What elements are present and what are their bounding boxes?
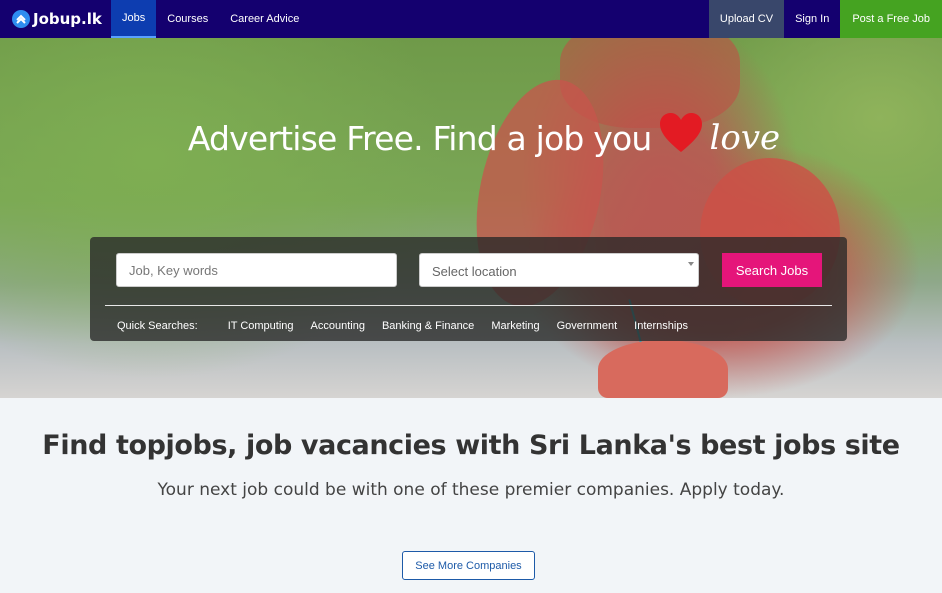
nav-item-label: Courses — [167, 13, 209, 25]
post-free-job-button[interactable]: Post a Free Job — [840, 0, 942, 38]
quick-link-it-computing[interactable]: IT Computing — [228, 320, 294, 332]
quick-link-government[interactable]: Government — [557, 320, 618, 332]
upload-cv-button[interactable]: Upload CV — [708, 0, 785, 38]
post-free-job-label: Post a Free Job — [852, 13, 930, 25]
see-more-companies-label: See More Companies — [415, 559, 522, 572]
job-search-panel: Select location Search Jobs Quick Search… — [90, 237, 847, 341]
upload-cv-label: Upload CV — [719, 13, 774, 25]
top-navbar: Jobup.lk Jobs Courses Career Advice Uplo… — [0, 0, 942, 38]
see-more-companies-button[interactable]: See More Companies — [402, 551, 535, 580]
quick-searches: Quick Searches: IT Computing Accounting … — [117, 320, 705, 332]
brand-logo-icon — [12, 10, 30, 28]
nav-item-courses[interactable]: Courses — [156, 0, 219, 38]
hero-headline-text: Advertise Free. Find a job you — [187, 118, 652, 158]
sign-in-button[interactable]: Sign In — [784, 0, 840, 38]
location-select[interactable]: Select location — [419, 253, 699, 287]
quick-link-marketing[interactable]: Marketing — [491, 320, 539, 332]
heart-icon — [659, 113, 702, 152]
location-select-placeholder: Select location — [432, 264, 517, 279]
main-heading: Find topjobs, job vacancies with Sri Lan… — [42, 430, 900, 461]
quick-link-banking-finance[interactable]: Banking & Finance — [382, 320, 474, 332]
nav-item-jobs[interactable]: Jobs — [111, 0, 157, 38]
quick-link-internships[interactable]: Internships — [634, 320, 688, 332]
quick-link-accounting[interactable]: Accounting — [311, 320, 365, 332]
hero-banner: Advertise Free. Find a job you love Sele… — [0, 38, 942, 398]
nav-item-label: Jobs — [122, 12, 146, 24]
brand-name: Jobup.lk — [33, 10, 102, 28]
search-jobs-button[interactable]: Search Jobs — [722, 253, 822, 287]
hero-love-text: love — [709, 118, 781, 158]
nav-item-label: Career Advice — [230, 13, 300, 25]
hero-photo-shoe — [598, 340, 728, 398]
caret-down-icon — [688, 262, 694, 266]
main-subheading: Your next job could be with one of these… — [157, 480, 785, 500]
hero-headline: Advertise Free. Find a job you love — [0, 113, 942, 158]
search-jobs-label: Search Jobs — [735, 262, 809, 278]
search-panel-divider — [105, 305, 832, 306]
quick-searches-label: Quick Searches: — [117, 320, 198, 332]
sign-in-label: Sign In — [795, 13, 830, 25]
brand-logo[interactable]: Jobup.lk — [0, 0, 111, 38]
nav-item-career-advice[interactable]: Career Advice — [219, 0, 310, 38]
keywords-input[interactable] — [116, 253, 397, 287]
